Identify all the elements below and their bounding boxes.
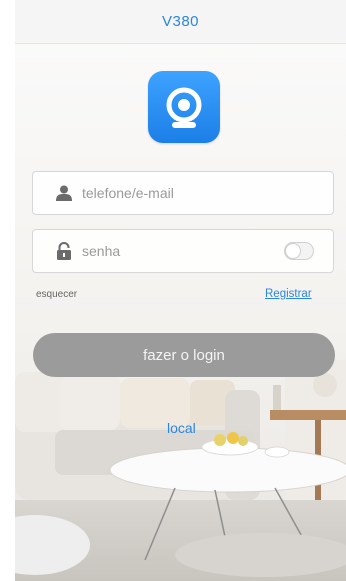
login-screen: V380 esquecer Regist [15,0,346,581]
show-password-toggle[interactable] [284,242,314,260]
app-header: V380 [15,0,346,44]
toggle-knob [285,243,301,259]
password-field[interactable] [32,229,334,273]
camera-logo-icon [148,71,220,143]
lock-icon [54,241,74,261]
register-link[interactable]: Registrar [265,288,312,300]
local-mode-link[interactable]: local [167,420,196,436]
user-icon [54,183,74,203]
login-button[interactable]: fazer o login [33,333,335,377]
username-field[interactable] [32,171,334,215]
username-input[interactable] [82,178,333,208]
app-title: V380 [161,13,200,30]
forgot-password-link[interactable]: esquecer [36,289,77,300]
